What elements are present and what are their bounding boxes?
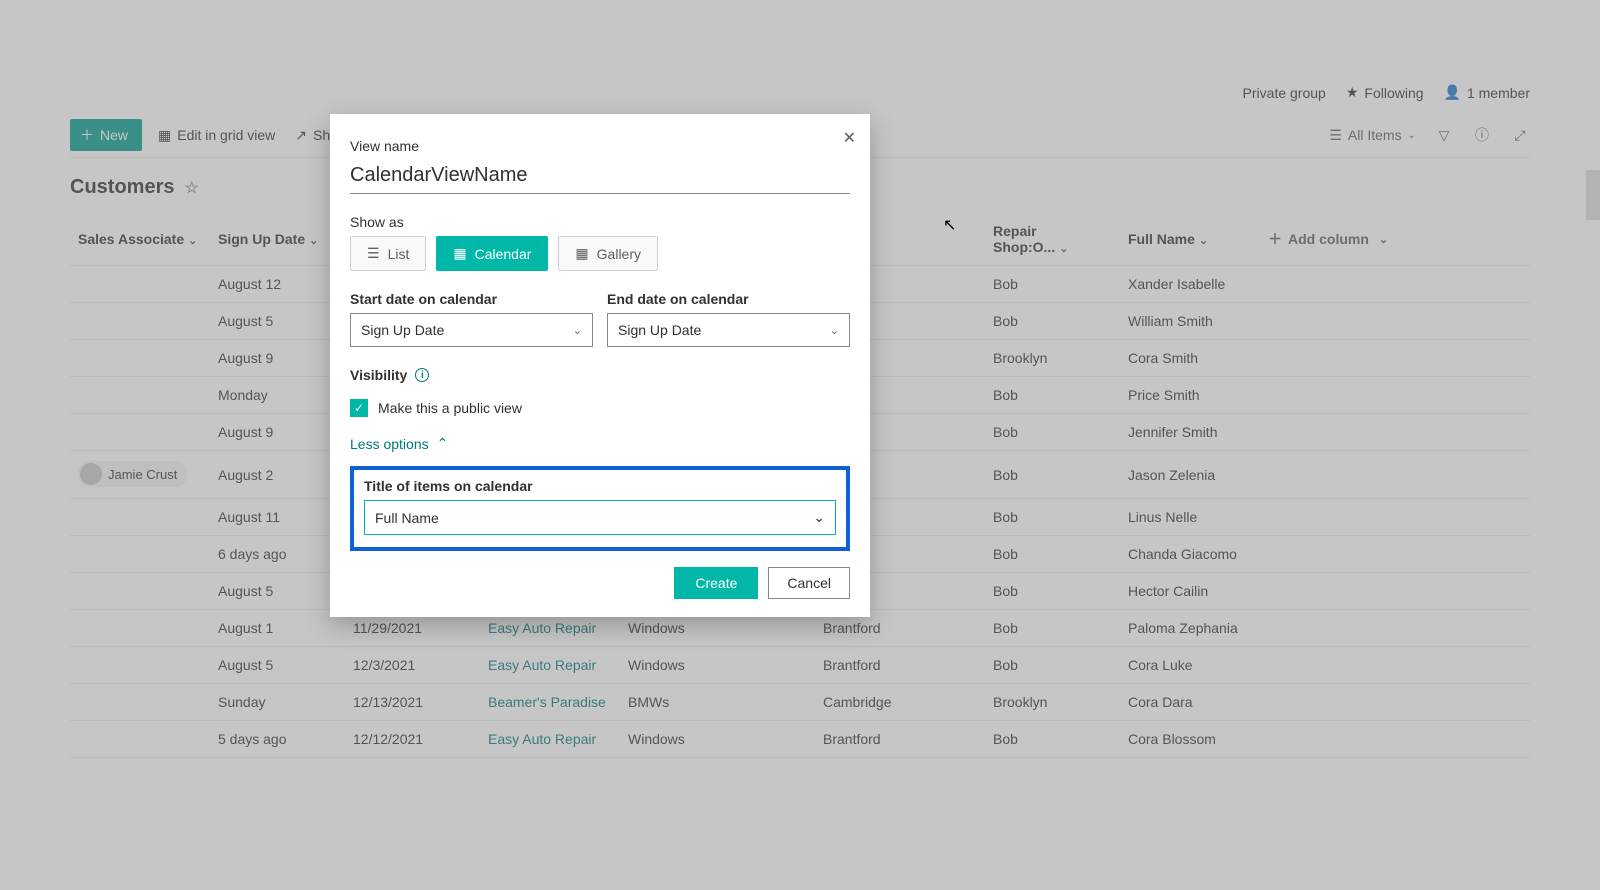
title-items-select[interactable]: Full Name ⌄ [364, 500, 836, 535]
title-items-label: Title of items on calendar [364, 478, 836, 494]
create-button[interactable]: Create [674, 567, 758, 599]
info-icon[interactable]: i [415, 368, 429, 382]
show-as-list-button[interactable]: ☰ List [350, 236, 426, 271]
checkbox-checked-icon: ✓ [350, 399, 368, 417]
end-date-select[interactable]: Sign Up Date ⌄ [607, 313, 850, 347]
show-as-calendar-button[interactable]: ▦ Calendar [436, 236, 548, 271]
scrollbar-thumb[interactable] [1586, 170, 1600, 220]
view-name-label: View name [350, 138, 850, 154]
start-date-select[interactable]: Sign Up Date ⌄ [350, 313, 593, 347]
visibility-label: Visibility i [350, 367, 429, 383]
list-icon: ☰ [367, 245, 380, 262]
chevron-up-icon: ⌃ [437, 435, 449, 452]
close-button[interactable]: ✕ [843, 128, 856, 148]
show-as-label: Show as [350, 214, 850, 230]
start-date-label: Start date on calendar [350, 291, 593, 307]
create-view-dialog: ✕ View name Show as ☰ List ▦ Calendar ▦ … [330, 114, 870, 617]
calendar-icon: ▦ [453, 245, 466, 262]
chevron-down-icon: ⌄ [830, 324, 839, 337]
view-name-input[interactable] [350, 160, 850, 194]
gallery-icon: ▦ [575, 245, 588, 262]
less-options-toggle[interactable]: Less options ⌃ [350, 435, 448, 452]
title-of-items-highlight: Title of items on calendar Full Name ⌄ [350, 466, 850, 551]
public-view-label: Make this a public view [378, 400, 522, 416]
cancel-button[interactable]: Cancel [768, 567, 850, 599]
chevron-down-icon: ⌄ [813, 509, 825, 526]
close-icon: ✕ [843, 130, 856, 147]
public-view-checkbox-row[interactable]: ✓ Make this a public view [350, 399, 850, 417]
end-date-label: End date on calendar [607, 291, 850, 307]
show-as-gallery-button[interactable]: ▦ Gallery [558, 236, 658, 271]
chevron-down-icon: ⌄ [573, 324, 582, 337]
